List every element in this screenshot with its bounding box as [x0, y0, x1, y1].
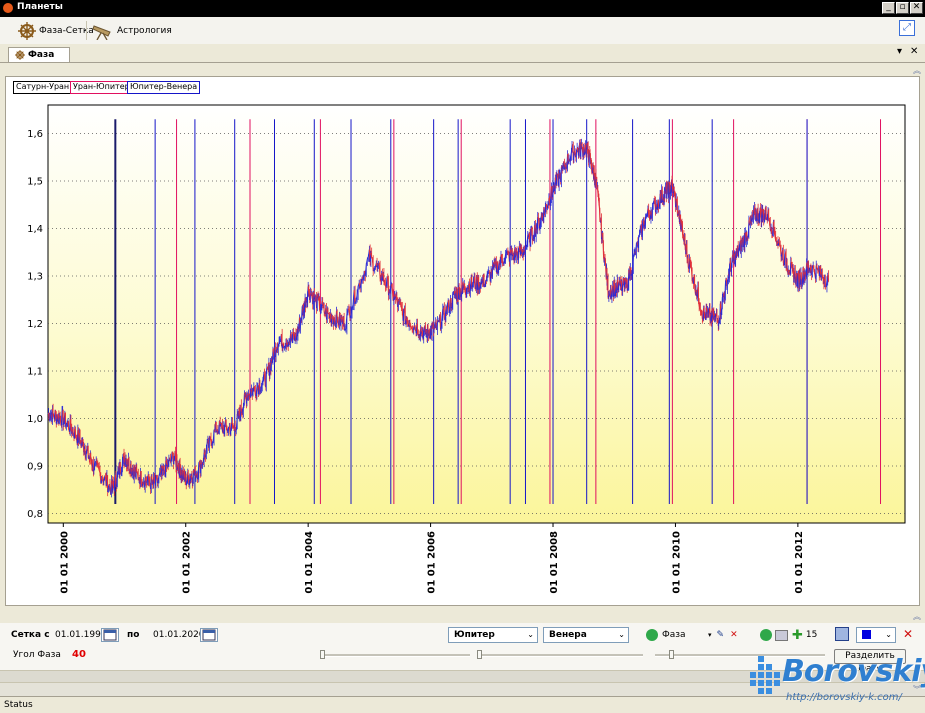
- watermark-url: http://borovskiy-k.com/: [786, 692, 902, 703]
- astrology-button[interactable]: Астрология: [92, 20, 172, 41]
- tab-dropdown-icon[interactable]: ▾: [897, 46, 902, 57]
- maximize-view-icon[interactable]: ⤢: [899, 20, 915, 36]
- phase-tool-group: Фаза ▾ ✎ ✕: [646, 627, 738, 643]
- y-tick-label: 1,4: [27, 224, 43, 235]
- count-value: 15: [806, 630, 817, 640]
- x-tick-label: 01 01 2010: [671, 531, 682, 594]
- phase-grid-button[interactable]: Фаза-Сетка: [18, 20, 94, 41]
- x-tick-label: 01 01 2004: [304, 531, 315, 594]
- minimize-button[interactable]: _: [882, 2, 895, 14]
- chevron-down-icon[interactable]: ▾: [708, 631, 712, 639]
- color-select[interactable]: ⌄: [856, 627, 896, 643]
- telescope-icon: [92, 22, 114, 40]
- collapse-up-icon[interactable]: ︽: [913, 65, 921, 76]
- grid-from-label: Сетка с: [11, 630, 50, 640]
- chart-panel: Сатурн-Уран Уран-Юпитер Юпитер-Венера 0,…: [5, 76, 920, 606]
- delete-icon[interactable]: ✕: [730, 630, 738, 640]
- slider-thumb[interactable]: [669, 650, 674, 659]
- count-tool-group: ✚ 15: [760, 627, 817, 643]
- slider-thumb[interactable]: [477, 650, 482, 659]
- toolbar-separator: [86, 21, 87, 40]
- delete-icon[interactable]: ✕: [903, 627, 913, 641]
- globe-icon: [646, 629, 658, 641]
- pencil-icon[interactable]: ✎: [717, 630, 725, 640]
- tab-phase-label: Фаза: [28, 50, 54, 60]
- calendar-icon: [201, 629, 217, 641]
- date-from-field[interactable]: 01.01.1990: [55, 630, 107, 640]
- y-tick-label: 1,2: [27, 319, 43, 330]
- angle-value: 40: [72, 649, 86, 660]
- window-title: Планеты: [17, 2, 63, 12]
- app-icon: [3, 3, 13, 13]
- tab-phase[interactable]: Фаза: [8, 47, 70, 62]
- close-button[interactable]: ✕: [910, 2, 923, 14]
- slider-thumb[interactable]: [320, 650, 325, 659]
- planet2-select[interactable]: Венера ⌄: [543, 627, 629, 643]
- slider-1[interactable]: [320, 654, 470, 657]
- y-tick-label: 1,1: [27, 367, 43, 378]
- chevron-down-icon: ⌄: [527, 628, 534, 642]
- y-tick-label: 1,6: [27, 129, 43, 140]
- angle-label: Угол Фаза: [13, 650, 61, 660]
- y-tick-label: 1,5: [27, 177, 43, 188]
- slider-2[interactable]: [477, 654, 643, 657]
- calendar-icon: [102, 629, 118, 641]
- x-tick-label: 01 01 2002: [182, 531, 193, 594]
- ship-wheel-icon: [18, 22, 36, 40]
- x-tick-label: 01 01 2008: [549, 531, 560, 594]
- table-icon[interactable]: [775, 630, 788, 641]
- title-bar: Планеты _ ▫ ✕: [0, 0, 925, 17]
- globe-icon[interactable]: [760, 629, 772, 641]
- chevron-down-icon: ⌄: [885, 628, 892, 642]
- ship-wheel-icon: [15, 50, 25, 60]
- astrology-label: Астрология: [117, 26, 172, 36]
- date-to-field[interactable]: 01.01.2020: [153, 630, 205, 640]
- planet1-value: Юпитер: [454, 630, 495, 640]
- restore-button[interactable]: ▫: [896, 2, 909, 14]
- planet1-select[interactable]: Юпитер ⌄: [448, 627, 538, 643]
- planet2-value: Венера: [549, 630, 587, 640]
- y-tick-label: 1,3: [27, 272, 43, 283]
- calendar-to-button[interactable]: [200, 628, 218, 642]
- x-tick-label: 01 01 2012: [794, 531, 805, 594]
- phase-select[interactable]: Фаза: [662, 630, 708, 640]
- to-label: по: [127, 630, 139, 640]
- chevron-down-icon: ⌄: [618, 628, 625, 642]
- calendar-from-button[interactable]: [101, 628, 119, 642]
- x-tick-label: 01 01 2006: [427, 531, 438, 594]
- main-toolbar: Фаза-Сетка Астрология ⤢: [0, 17, 925, 45]
- collapse-up-icon-2[interactable]: ︽: [913, 611, 921, 622]
- phase-chart[interactable]: 0,8 0,9 1,0 1,1 1,2 1,3 1,4 1,5 1,6 01 01 2000 01 …: [6, 77, 919, 605]
- document-tab-strip: Фаза ▾ ✕: [0, 44, 925, 63]
- y-tick-label: 0,9: [27, 462, 43, 473]
- color-swatch: [862, 630, 871, 639]
- watermark-logo: Borovskiy http://borovskiy-k.com/: [746, 652, 922, 708]
- status-text: Status: [4, 700, 33, 710]
- save-icon[interactable]: [835, 627, 849, 641]
- watermark-text: Borovskiy: [782, 654, 925, 689]
- pixel-logo-icon: [746, 656, 782, 700]
- y-tick-label: 0,8: [27, 509, 43, 520]
- x-tick-label: 01 01 2000: [59, 531, 70, 594]
- tab-close-icon[interactable]: ✕: [910, 46, 918, 57]
- add-icon[interactable]: ✚: [792, 628, 803, 643]
- y-tick-label: 1,0: [27, 414, 43, 425]
